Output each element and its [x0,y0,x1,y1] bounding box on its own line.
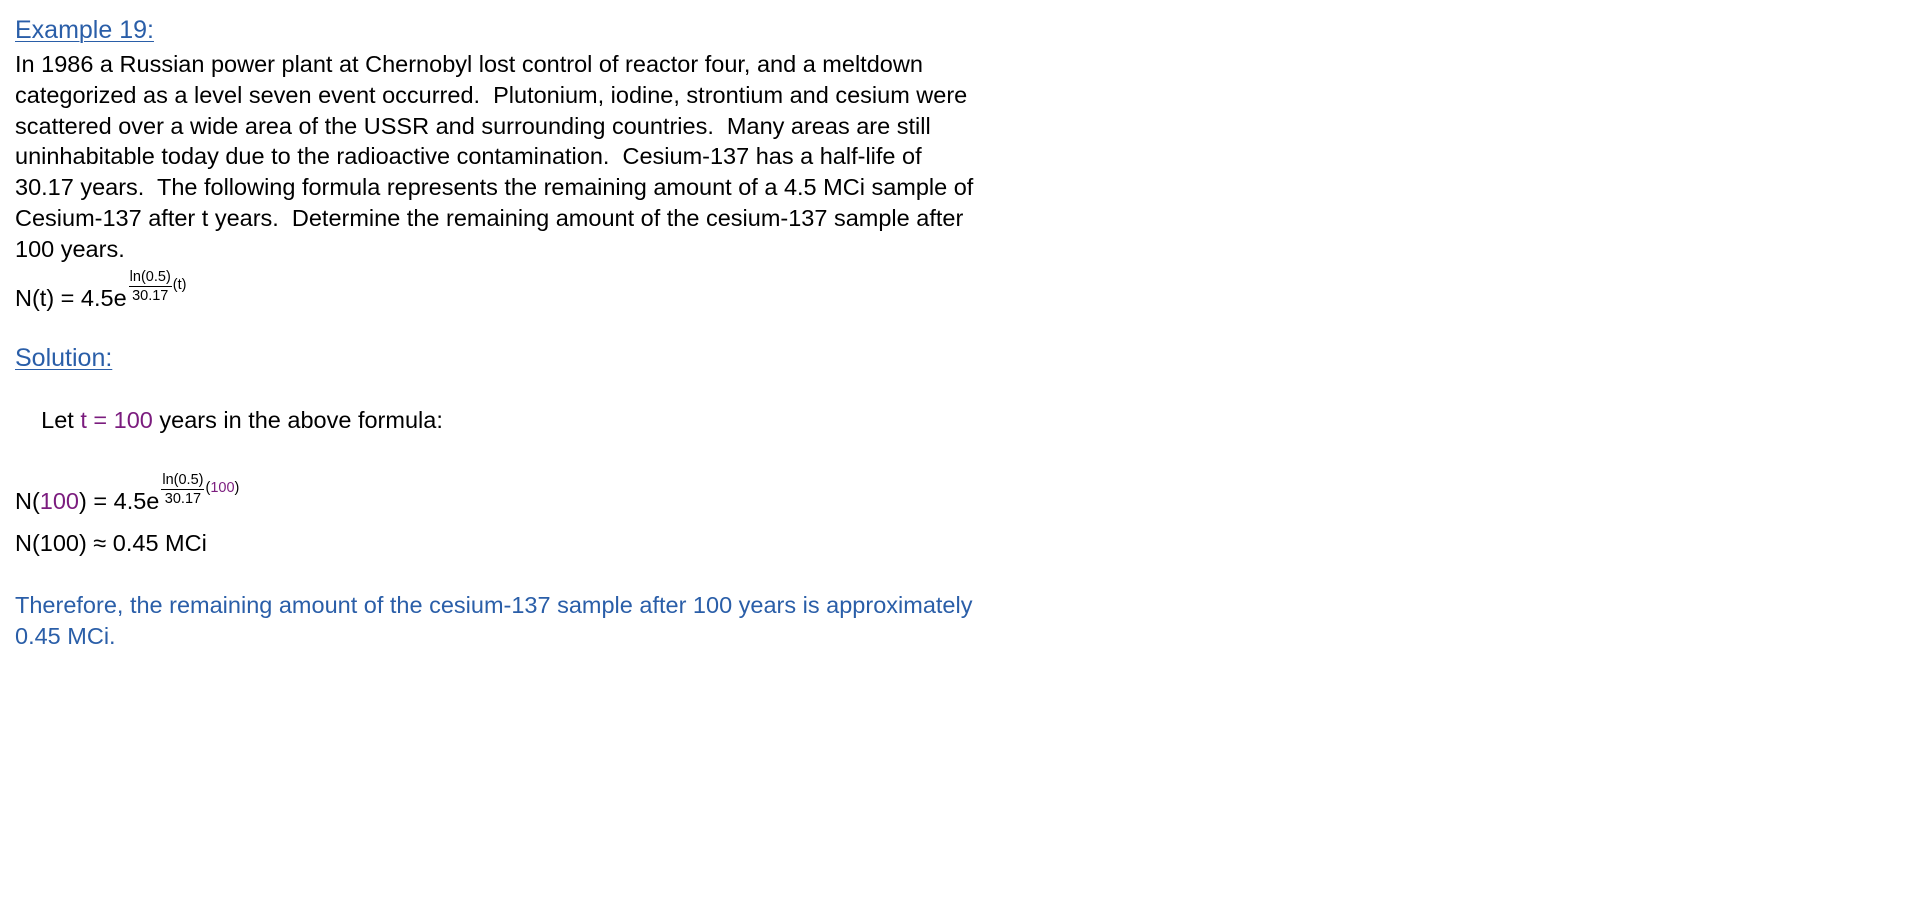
problem-line: Cesium-137 after t years. Determine the … [15,204,964,231]
problem-line: uninhabitable today due to the radioacti… [15,143,922,170]
let-statement: Let t = 100 years in the above formula: [15,375,1075,467]
example-heading: Example 19: [15,16,154,44]
substituted-formula: N(100) = 4.5e ln(0.5) 30.17 (100) [15,472,1075,516]
let-suffix: years in the above formula: [152,407,443,434]
conclusion-line: 0.45 MCi. [15,622,116,649]
lhs-suffix: ) = 4.5e [79,487,160,514]
solution-heading: Solution: [15,343,113,372]
fraction-denominator: 30.17 [164,490,202,507]
substituted-exponent: ln(0.5) 30.17 (100) [161,472,239,507]
solution-heading-row: Solution: [15,343,1075,375]
conclusion-line: Therefore, the remaining amount of the c… [15,591,973,618]
lhs-value: 100 [39,487,80,514]
exponent-multiplier: (t) [172,277,187,294]
substituted-fraction: ln(0.5) 30.17 [161,471,205,507]
problem-statement: In 1986 a Russian power plant at Chernob… [15,49,1075,265]
let-prefix: Let [41,407,81,434]
exponent-fraction: ln(0.5) 30.17 [128,268,172,304]
example-heading-row: Example 19: [15,15,1075,51]
decay-formula: N(t) = 4.5e ln(0.5) 30.17 (t) [15,269,1075,313]
problem-line: scattered over a wide area of the USSR a… [15,112,931,139]
formula-exponent: ln(0.5) 30.17 (t) [128,268,187,304]
problem-line: 100 years. [15,235,125,262]
problem-line: 30.17 years. The following formula repre… [15,174,974,201]
substituted-lhs: N(100) = 4.5e [15,486,159,516]
document-page: Example 19: In 1986 a Russian power plan… [15,15,1075,651]
multiplier-close: ) [234,480,240,497]
lhs-prefix: N( [15,487,40,514]
formula-lhs: N(t) = 4.5e [15,284,127,311]
fraction-denominator: 30.17 [132,287,169,304]
problem-line: In 1986 a Russian power plant at Chernob… [15,51,923,77]
let-value: t = 100 [80,407,153,434]
multiplier-value: 100 [210,480,235,497]
problem-line: categorized as a level seven event occur… [15,81,968,108]
result-statement: N(100) ≈ 0.45 MCi [15,529,207,556]
fraction-numerator: ln(0.5) [161,471,205,490]
substituted-multiplier: (100) [205,480,239,496]
fraction-numerator: ln(0.5) [128,268,172,287]
conclusion: Therefore, the remaining amount of the c… [15,590,1075,652]
